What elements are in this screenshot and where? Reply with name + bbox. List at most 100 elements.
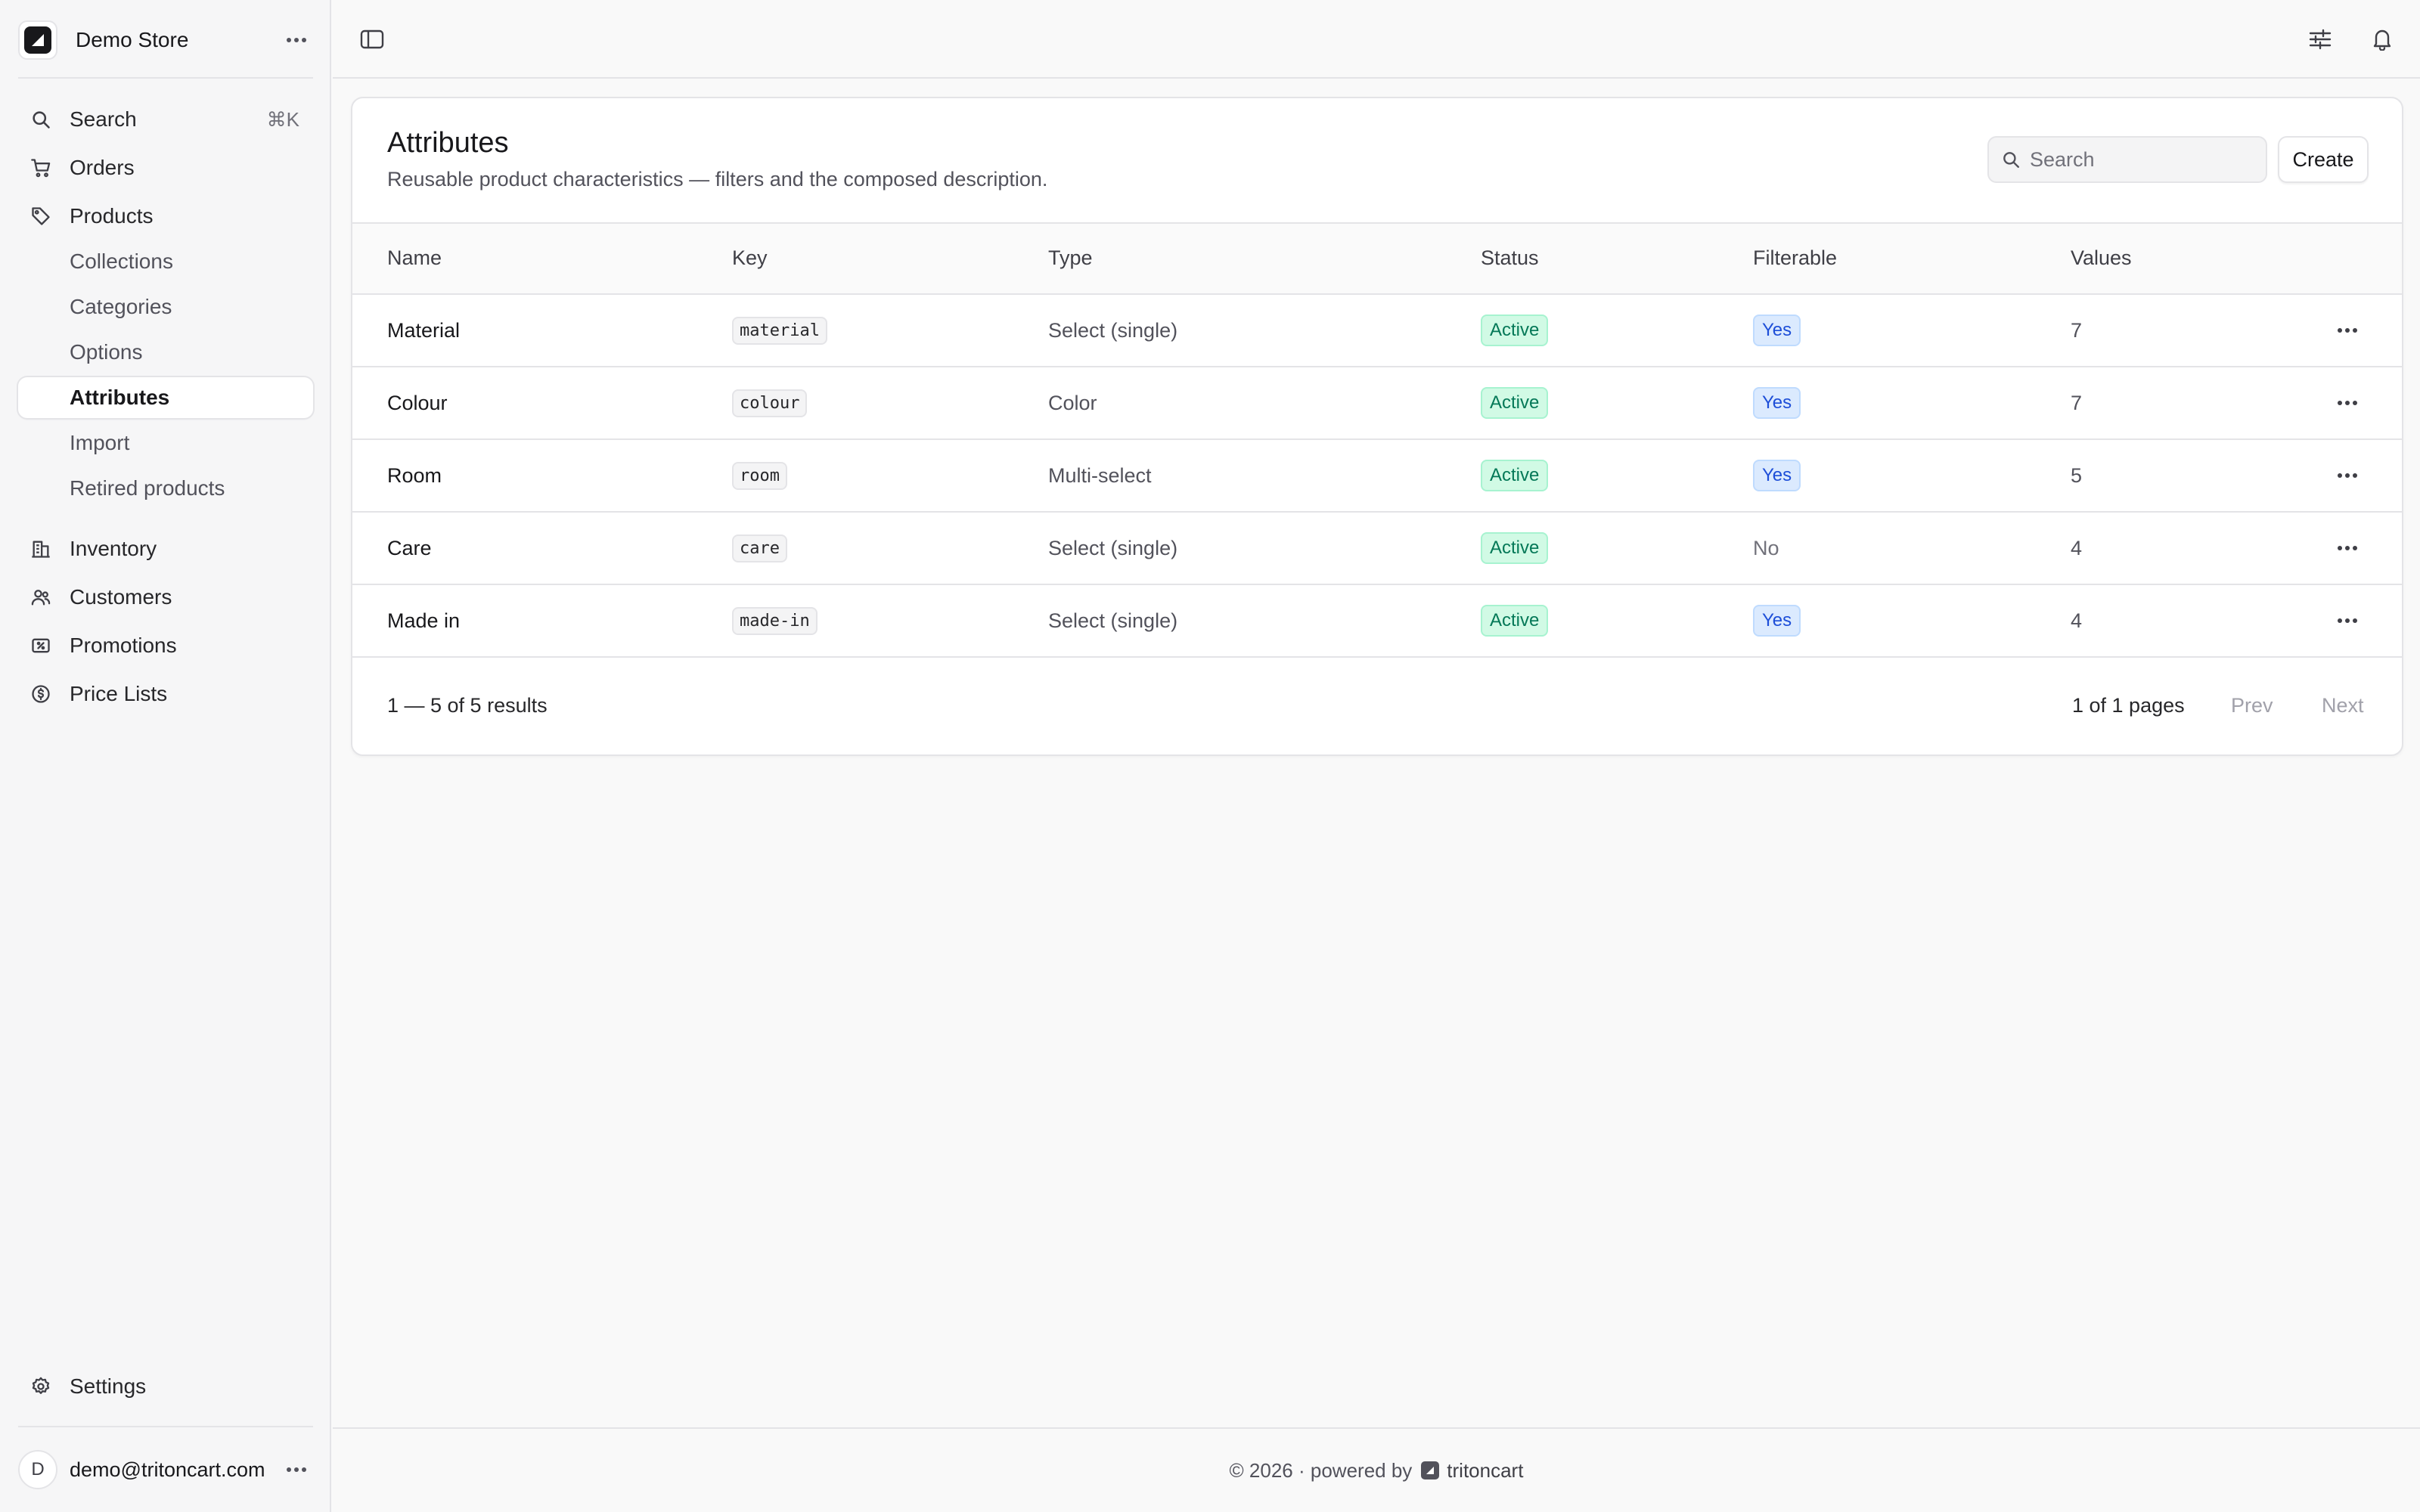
filterable-text: No: [1753, 536, 1779, 559]
column-header-type[interactable]: Type: [1048, 246, 1093, 270]
store-switcher[interactable]: Demo Store: [18, 17, 313, 64]
sidebar-item-products[interactable]: Products: [18, 196, 313, 237]
attributes-table: Name Key Type Status Filterable Values M…: [352, 222, 2402, 658]
table-row[interactable]: Care care Select (single) Active No 4: [352, 513, 2402, 585]
row-actions-button[interactable]: [2329, 530, 2366, 566]
toggle-sidebar-button[interactable]: [354, 21, 390, 57]
column-header-name[interactable]: Name: [387, 246, 442, 270]
page-footer: © 2026 · powered by tritoncart: [333, 1427, 2420, 1512]
search-icon: [29, 107, 53, 132]
brand-name: tritoncart: [1447, 1458, 1524, 1482]
search-input[interactable]: [2030, 147, 2249, 172]
sidebar-toggle-icon: [360, 29, 384, 49]
key-badge: material: [732, 316, 827, 345]
tag-icon: [29, 204, 53, 228]
table-row[interactable]: Made in made-in Select (single) Active Y…: [352, 585, 2402, 658]
user-menu[interactable]: D demo@tritoncart.com: [18, 1447, 313, 1492]
user-menu-button[interactable]: [280, 1453, 313, 1486]
currency-dollar-icon: [29, 682, 53, 706]
sidebar-item-label: Products: [70, 204, 154, 228]
sidebar-item-label: Inventory: [70, 537, 157, 560]
top-bar: [333, 0, 2420, 79]
users-icon: [29, 585, 53, 609]
column-header-key[interactable]: Key: [732, 246, 768, 270]
avatar: D: [18, 1450, 57, 1489]
sidebar-item-customers[interactable]: Customers: [18, 577, 313, 618]
status-badge: Active: [1481, 387, 1549, 419]
brand-logo-icon: [1421, 1461, 1440, 1479]
sidebar-item-label: Settings: [70, 1374, 147, 1398]
sidebar-search[interactable]: Search ⌘K: [18, 99, 313, 140]
more-horizontal-icon: [2338, 546, 2357, 550]
cell-values: 7: [2071, 318, 2083, 342]
sidebar-subitem-collections[interactable]: Collections: [18, 241, 313, 282]
search-icon: [2003, 152, 2019, 168]
store-menu-button[interactable]: [280, 23, 313, 57]
column-header-status[interactable]: Status: [1481, 246, 1539, 270]
table-row[interactable]: Room room Multi-select Active Yes 5: [352, 440, 2402, 513]
user-email: demo@tritoncart.com: [70, 1458, 265, 1481]
sidebar-item-promotions[interactable]: Promotions: [18, 625, 313, 666]
key-badge: colour: [732, 389, 808, 417]
receipt-percent-icon: [29, 634, 53, 658]
more-horizontal-icon: [2338, 618, 2357, 623]
cell-type: Multi-select: [1048, 463, 1152, 487]
sidebar-item-label: Orders: [70, 156, 135, 179]
more-horizontal-icon: [2338, 328, 2357, 333]
cell-name: Colour: [387, 391, 448, 414]
filterable-badge: Yes: [1753, 387, 1801, 419]
create-button[interactable]: Create: [2278, 136, 2369, 183]
filterable-badge: Yes: [1753, 314, 1801, 346]
row-actions-button[interactable]: [2329, 312, 2366, 349]
sidebar-subitem-attributes[interactable]: Attributes: [18, 377, 313, 418]
cell-values: 7: [2071, 391, 2083, 414]
sidebar-divider: [18, 1426, 313, 1427]
sidebar-subitem-categories[interactable]: Categories: [18, 287, 313, 327]
sidebar-item-label: Price Lists: [70, 682, 168, 705]
status-badge: Active: [1481, 532, 1549, 564]
sidebar-subitem-retired-products[interactable]: Retired products: [18, 468, 313, 509]
table-row[interactable]: Material material Select (single) Active…: [352, 295, 2402, 367]
next-page-button[interactable]: Next: [2322, 694, 2364, 717]
sidebar-item-price-lists[interactable]: Price Lists: [18, 674, 313, 714]
sidebar-item-orders[interactable]: Orders: [18, 147, 313, 188]
status-badge: Active: [1481, 605, 1549, 637]
cell-name: Material: [387, 318, 461, 342]
row-actions-button[interactable]: [2329, 385, 2366, 421]
page-subtitle: Reusable product characteristics — filte…: [387, 168, 1048, 191]
cell-values: 4: [2071, 536, 2083, 559]
sidebar-item-label: Customers: [70, 585, 172, 609]
row-actions-button[interactable]: [2329, 457, 2366, 494]
table-row[interactable]: Colour colour Color Active Yes 7: [352, 367, 2402, 440]
key-badge: care: [732, 534, 787, 562]
row-actions-button[interactable]: [2329, 603, 2366, 639]
prev-page-button[interactable]: Prev: [2231, 694, 2273, 717]
notifications-button[interactable]: [2364, 21, 2400, 57]
sidebar-subitem-import[interactable]: Import: [18, 423, 313, 463]
column-header-values[interactable]: Values: [2071, 246, 2132, 270]
page-title: Attributes: [387, 127, 509, 159]
sidebar-subitem-options[interactable]: Options: [18, 332, 313, 373]
shopping-cart-icon: [29, 156, 53, 180]
search-field[interactable]: [1987, 136, 2267, 183]
cell-values: 5: [2071, 463, 2083, 487]
key-badge: made-in: [732, 606, 818, 635]
bell-icon: [2373, 29, 2391, 51]
cell-name: Room: [387, 463, 442, 487]
more-horizontal-icon: [287, 1467, 306, 1472]
display-settings-button[interactable]: [2302, 21, 2338, 57]
brand-link[interactable]: tritoncart: [1421, 1459, 1523, 1483]
sidebar-search-label: Search: [70, 107, 137, 131]
pagination: 1 — 5 of 5 results 1 of 1 pages Prev Nex…: [352, 659, 2402, 756]
search-shortcut: ⌘K: [266, 107, 299, 131]
table-header: Name Key Type Status Filterable Values: [352, 222, 2402, 295]
more-horizontal-icon: [287, 38, 306, 42]
copyright-text: © 2026 · powered by: [1229, 1458, 1413, 1482]
gear-icon: [29, 1374, 53, 1399]
sidebar-item-inventory[interactable]: Inventory: [18, 528, 313, 569]
column-header-filterable[interactable]: Filterable: [1753, 246, 1837, 270]
sidebar-divider: [18, 77, 313, 79]
attributes-card: Attributes Reusable product characterist…: [351, 97, 2403, 756]
sidebar-item-settings[interactable]: Settings: [18, 1366, 313, 1407]
status-badge: Active: [1481, 460, 1549, 491]
